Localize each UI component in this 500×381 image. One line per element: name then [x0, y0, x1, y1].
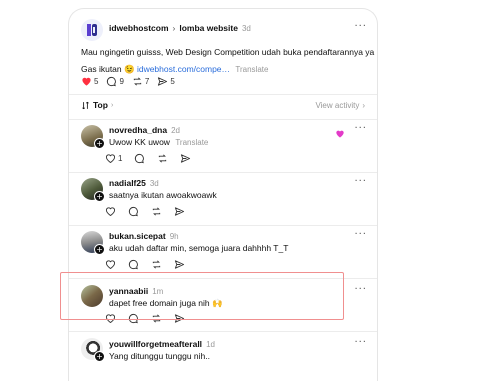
reply-text: Yang ditunggu tunggu nih..: [109, 351, 210, 361]
post-author-avatar[interactable]: [81, 19, 103, 41]
reply-share-button[interactable]: [180, 153, 191, 164]
reply-more-icon[interactable]: ···: [354, 337, 367, 348]
reply-author-name[interactable]: novredha_dna: [109, 125, 167, 135]
divider: [69, 172, 377, 173]
post-more-icon[interactable]: ···: [354, 21, 367, 32]
post-community-name[interactable]: lomba website: [179, 23, 238, 33]
reply-author-name[interactable]: youwillforgetmeafterall: [109, 339, 202, 349]
repost-icon: [159, 154, 167, 162]
reply-comment-button[interactable]: [128, 206, 139, 217]
reply-repost-button[interactable]: [157, 153, 168, 164]
reply-text: aku udah daftar min, semoga juara dahhhh…: [109, 243, 289, 253]
reply-repost-button[interactable]: [151, 206, 162, 217]
post-link[interactable]: idwebhost.com/compe…: [137, 64, 230, 74]
reply-like-count: 1: [118, 153, 123, 163]
heart-icon: [82, 77, 91, 86]
reply-text: Uwow KK uwow Translate: [109, 137, 208, 147]
divider: [69, 119, 377, 120]
highlight-box: [60, 272, 344, 320]
sort-chevron-icon: ›: [110, 101, 114, 109]
post-body-line1: Mau ngingetin guisss, Web Design Competi…: [81, 47, 378, 57]
post-reply-button[interactable]: 9: [106, 76, 124, 87]
post-body-line2: Gas ikutan 😉 idwebhost.com/compe… Transl…: [81, 64, 268, 75]
reply-author-name[interactable]: nadialf25: [109, 178, 146, 188]
share-icon: [181, 153, 191, 163]
reply-actions: [105, 205, 193, 217]
share-icon: [174, 206, 185, 216]
repost-icon: [152, 260, 161, 268]
reply-time: 1d: [206, 340, 215, 349]
reply-time: 2d: [171, 126, 181, 135]
reply-more-icon[interactable]: ···: [354, 284, 367, 295]
reply-actions: 1: [105, 152, 199, 164]
reply-like-button[interactable]: 1: [105, 153, 122, 163]
post-repost-count: 7: [144, 76, 150, 86]
heart-icon: [105, 207, 116, 216]
view-activity-label: View activity: [315, 101, 360, 110]
post-like-button[interactable]: 5: [81, 76, 98, 86]
sort-icon: [82, 101, 89, 109]
reply-translate-link[interactable]: Translate: [175, 138, 208, 147]
breadcrumb-separator: ›: [172, 23, 176, 33]
reply-actions: [105, 258, 193, 270]
divider: [69, 225, 377, 226]
reply-like-button[interactable]: [105, 206, 116, 216]
plus-icon[interactable]: +: [94, 351, 105, 362]
comment-icon: [107, 76, 117, 86]
post-author-name[interactable]: idwebhostcom: [109, 23, 169, 33]
post-translate-link[interactable]: Translate: [235, 65, 268, 74]
reply-author-name[interactable]: bukan.sicepat: [109, 231, 166, 241]
plus-icon[interactable]: +: [94, 244, 105, 255]
divider: [69, 331, 377, 332]
post-body-prefix: Gas ikutan 😉: [81, 64, 135, 74]
plus-icon[interactable]: +: [94, 191, 105, 202]
reply-repost-button[interactable]: [151, 259, 162, 270]
sort-label: Top: [93, 100, 108, 110]
share-icon: [158, 76, 168, 86]
chevron-right-icon: ›: [362, 101, 365, 110]
reply-like-button[interactable]: [105, 259, 116, 269]
thread-card: idwebhostcom › lomba website 3d ··· Mau …: [68, 8, 378, 381]
divider: [69, 94, 377, 95]
reply-more-icon[interactable]: ···: [354, 123, 367, 134]
reply-time: 9h: [169, 232, 179, 241]
post-actions: 5 9 7 5: [81, 75, 183, 87]
repost-icon: [152, 207, 161, 215]
reply-text-content: Uwow KK uwow: [109, 137, 170, 147]
reply-text: saatnya ikutan awoakwoawk: [109, 190, 217, 200]
idwebhost-logo-icon: [87, 24, 97, 36]
reply-more-icon[interactable]: ···: [354, 229, 367, 240]
reply-share-button[interactable]: [174, 259, 185, 270]
post-reply-count: 9: [119, 76, 124, 86]
reply-time: 3d: [149, 179, 159, 188]
reply-comment-button[interactable]: [134, 153, 145, 164]
reply-more-icon[interactable]: ···: [354, 176, 367, 187]
view-activity-link[interactable]: View activity ›: [315, 101, 365, 110]
post-share-count: 5: [170, 76, 175, 86]
reaction-badge-icon: [335, 125, 345, 143]
plus-icon[interactable]: +: [94, 138, 105, 149]
sort-dropdown[interactable]: Top ›: [81, 100, 113, 110]
post-like-count: 5: [94, 76, 99, 86]
comment-icon: [135, 153, 145, 163]
heart-icon: [105, 154, 116, 163]
post-time: 3d: [241, 24, 251, 33]
reply-comment-button[interactable]: [128, 259, 139, 270]
repost-icon: [133, 77, 142, 85]
reply-share-button[interactable]: [174, 206, 185, 217]
share-icon: [174, 259, 185, 269]
post-share-button[interactable]: 5: [157, 76, 175, 87]
comment-icon: [128, 259, 138, 269]
post-repost-button[interactable]: 7: [132, 76, 149, 87]
comment-icon: [128, 206, 138, 216]
heart-icon: [105, 260, 116, 269]
